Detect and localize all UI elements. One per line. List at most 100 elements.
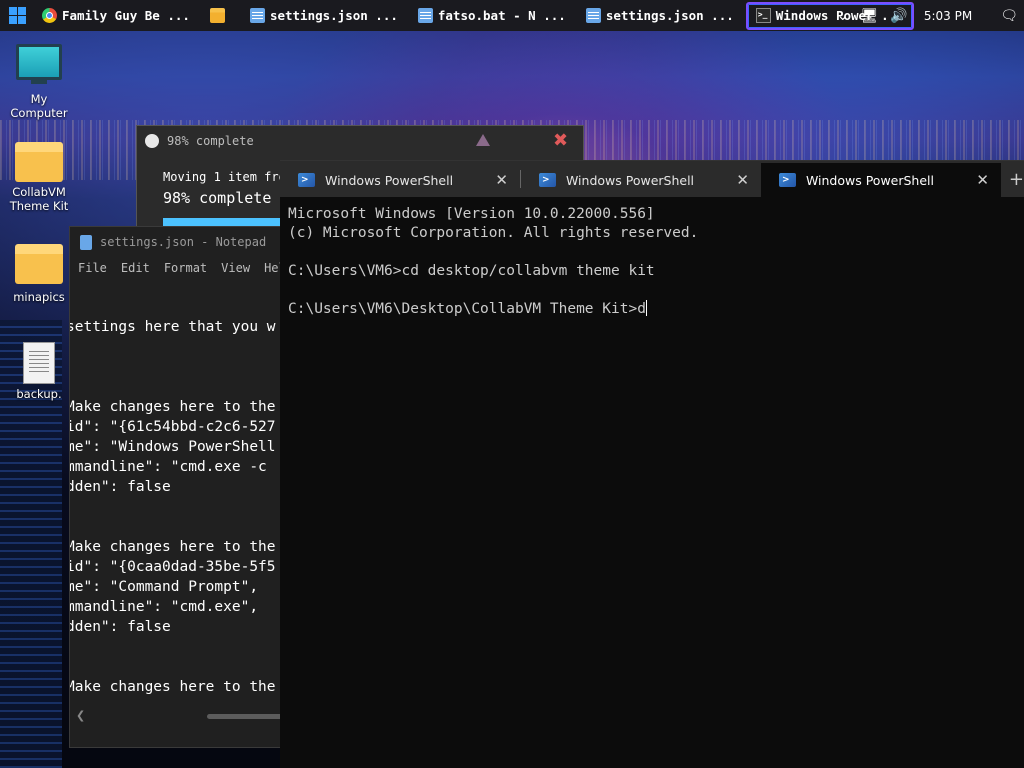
desktop-icon-label: My Computer: [10, 92, 68, 120]
folder-icon: [15, 244, 63, 284]
powershell-icon: >: [538, 173, 556, 187]
close-tab-icon[interactable]: ✕: [976, 171, 989, 189]
start-button[interactable]: [0, 0, 34, 31]
taskbar-item-notepad-settings[interactable]: settings.json ...: [242, 2, 406, 29]
notepad-line: [70, 357, 276, 377]
scrollbar-thumb[interactable]: [207, 714, 280, 719]
notepad-icon: [417, 8, 433, 23]
tab-label: Windows PowerShell: [805, 172, 934, 188]
close-tab-icon[interactable]: ✕: [495, 171, 508, 189]
notepad-line: Make changes here to the: [69, 399, 276, 415]
taskbar: Family Guy Be ... settings.json ... fats…: [0, 0, 1024, 31]
windows-terminal: > Windows PowerShell ✕ > Windows PowerSh…: [280, 160, 1024, 768]
file-icon: [23, 342, 55, 384]
windows-logo-icon: [8, 7, 26, 24]
taskbar-item-label: fatso.bat - N ...: [437, 8, 566, 23]
clock[interactable]: 5:03 PM: [924, 9, 972, 23]
taskbar-item-notepad-fatso[interactable]: fatso.bat - N ...: [410, 2, 574, 29]
progress-bar: [163, 218, 283, 226]
dialog-title: 98% complete: [167, 134, 254, 148]
dialog-title-bar[interactable]: 98% complete: [137, 126, 583, 156]
terminal-line: (c) Microsoft Corporation. All rights re…: [288, 225, 699, 241]
notepad-line: [70, 377, 276, 397]
notepad-line: id": "{0caa0dad-35be-5f5: [69, 559, 276, 575]
powershell-icon: >: [778, 173, 796, 187]
new-tab-icon[interactable]: +: [1009, 169, 1024, 190]
desktop-icon-label: CollabVM Theme Kit: [9, 185, 69, 213]
notepad-line: Make changes here to the: [69, 679, 276, 695]
notepad-line: id": "{61c54bbd-c2c6-527: [69, 419, 276, 435]
progress-bar-fill: [163, 218, 281, 226]
terminal-tab[interactable]: > Windows PowerShell ✕: [280, 163, 520, 197]
notepad-line: [70, 497, 276, 517]
scroll-left-icon[interactable]: ❮: [76, 709, 85, 722]
desktop-icon-collabvm-theme-kit[interactable]: CollabVM Theme Kit: [4, 142, 74, 213]
notepad-icon: [80, 234, 92, 250]
volume-icon[interactable]: 🔊: [890, 8, 907, 24]
horizontal-scrollbar[interactable]: ❮: [70, 709, 280, 723]
close-icon[interactable]: ✖: [553, 130, 568, 151]
menu-view[interactable]: View: [221, 261, 250, 275]
notepad-line: [70, 337, 276, 357]
notepad-title: settings.json - Notepad: [100, 235, 267, 249]
taskbar-item-label: settings.json ...: [605, 8, 734, 23]
terminal-line: Microsoft Windows [Version 10.0.22000.55…: [288, 206, 655, 222]
desktop-icon-label: backup.: [16, 387, 62, 401]
taskbar-item-notepad-settings-2[interactable]: settings.json ...: [578, 2, 742, 29]
menu-file[interactable]: File: [78, 261, 107, 275]
notepad-line: me": "Command Prompt",: [69, 579, 259, 595]
menu-edit[interactable]: Edit: [121, 261, 150, 275]
taskbar-item-label: settings.json ...: [269, 8, 398, 23]
taskbar-item-label: Family Guy Be ...: [62, 8, 190, 23]
notepad-line: [70, 657, 276, 677]
powershell-icon: >: [298, 173, 315, 187]
chevron-down-icon[interactable]: ⌄: [837, 8, 849, 24]
notepad-title-bar[interactable]: settings.json - Notepad: [70, 227, 280, 257]
powershell-icon: >_: [755, 8, 771, 23]
desktop-icon-my-computer[interactable]: My Computer: [4, 44, 74, 120]
terminal-tab-bar: > Windows PowerShell ✕ > Windows PowerSh…: [280, 161, 1024, 197]
notepad-text-area[interactable]: settings here that you w Make changes he…: [69, 317, 276, 697]
tab-label: Windows PowerShell: [565, 172, 695, 188]
notepad-line: mmandline": "cmd.exe -c: [69, 459, 276, 475]
terminal-output[interactable]: Microsoft Windows [Version 10.0.22000.55…: [280, 197, 1024, 319]
taskbar-item-file-explorer[interactable]: [202, 2, 238, 29]
text-cursor: [645, 300, 647, 316]
terminal-line: C:\Users\VM6>cd desktop/collabvm theme k…: [288, 263, 655, 279]
notepad-icon: [585, 8, 601, 23]
chrome-icon: [42, 8, 57, 23]
system-tray: ⌄ 🖥 🔊 5:03 PM 🗨: [831, 0, 1024, 31]
notification-icon[interactable]: 🗨: [1000, 8, 1018, 24]
terminal-line: C:\Users\VM6\Desktop\CollabVM Theme Kit>…: [288, 300, 647, 317]
desktop-icon-minapics[interactable]: minapics: [4, 244, 74, 304]
notepad-line: dden": false: [69, 479, 171, 495]
close-tab-icon[interactable]: ✕: [736, 171, 749, 189]
notepad-line: mmandline": "cmd.exe",: [69, 599, 259, 615]
taskbar-item-chrome[interactable]: Family Guy Be ...: [34, 2, 198, 29]
dialog-percent-text: 98% complete: [163, 189, 272, 207]
notepad-icon: [249, 8, 265, 23]
notepad-menu-bar: File Edit Format View Hel: [70, 257, 280, 279]
notepad-line: me": "Windows PowerShell: [69, 439, 276, 455]
network-icon[interactable]: 🖥: [861, 8, 879, 24]
desktop-icon-backup[interactable]: backup.: [4, 342, 74, 401]
notepad-line: [70, 517, 276, 537]
minimize-icon[interactable]: [476, 134, 490, 146]
desktop-icon-label: minapics: [13, 290, 65, 304]
notepad-window: settings.json - Notepad File Edit Format…: [69, 226, 281, 748]
menu-format[interactable]: Format: [164, 261, 207, 275]
menu-help[interactable]: Hel: [264, 261, 280, 275]
notepad-line: [70, 637, 276, 657]
notepad-line: Make changes here to the: [69, 539, 276, 555]
terminal-tab-active[interactable]: > Windows PowerShell ✕: [760, 163, 1001, 197]
notepad-line: dden": false: [69, 619, 171, 635]
notepad-line: settings here that you w: [69, 319, 276, 335]
dialog-status-text: Moving 1 item fro: [163, 170, 286, 184]
terminal-tab[interactable]: > Windows PowerShell ✕: [521, 163, 761, 197]
clock-icon: [145, 134, 159, 148]
folder-icon: [15, 142, 63, 182]
folder-icon: [209, 8, 225, 23]
tab-label: Windows PowerShell: [325, 172, 454, 188]
